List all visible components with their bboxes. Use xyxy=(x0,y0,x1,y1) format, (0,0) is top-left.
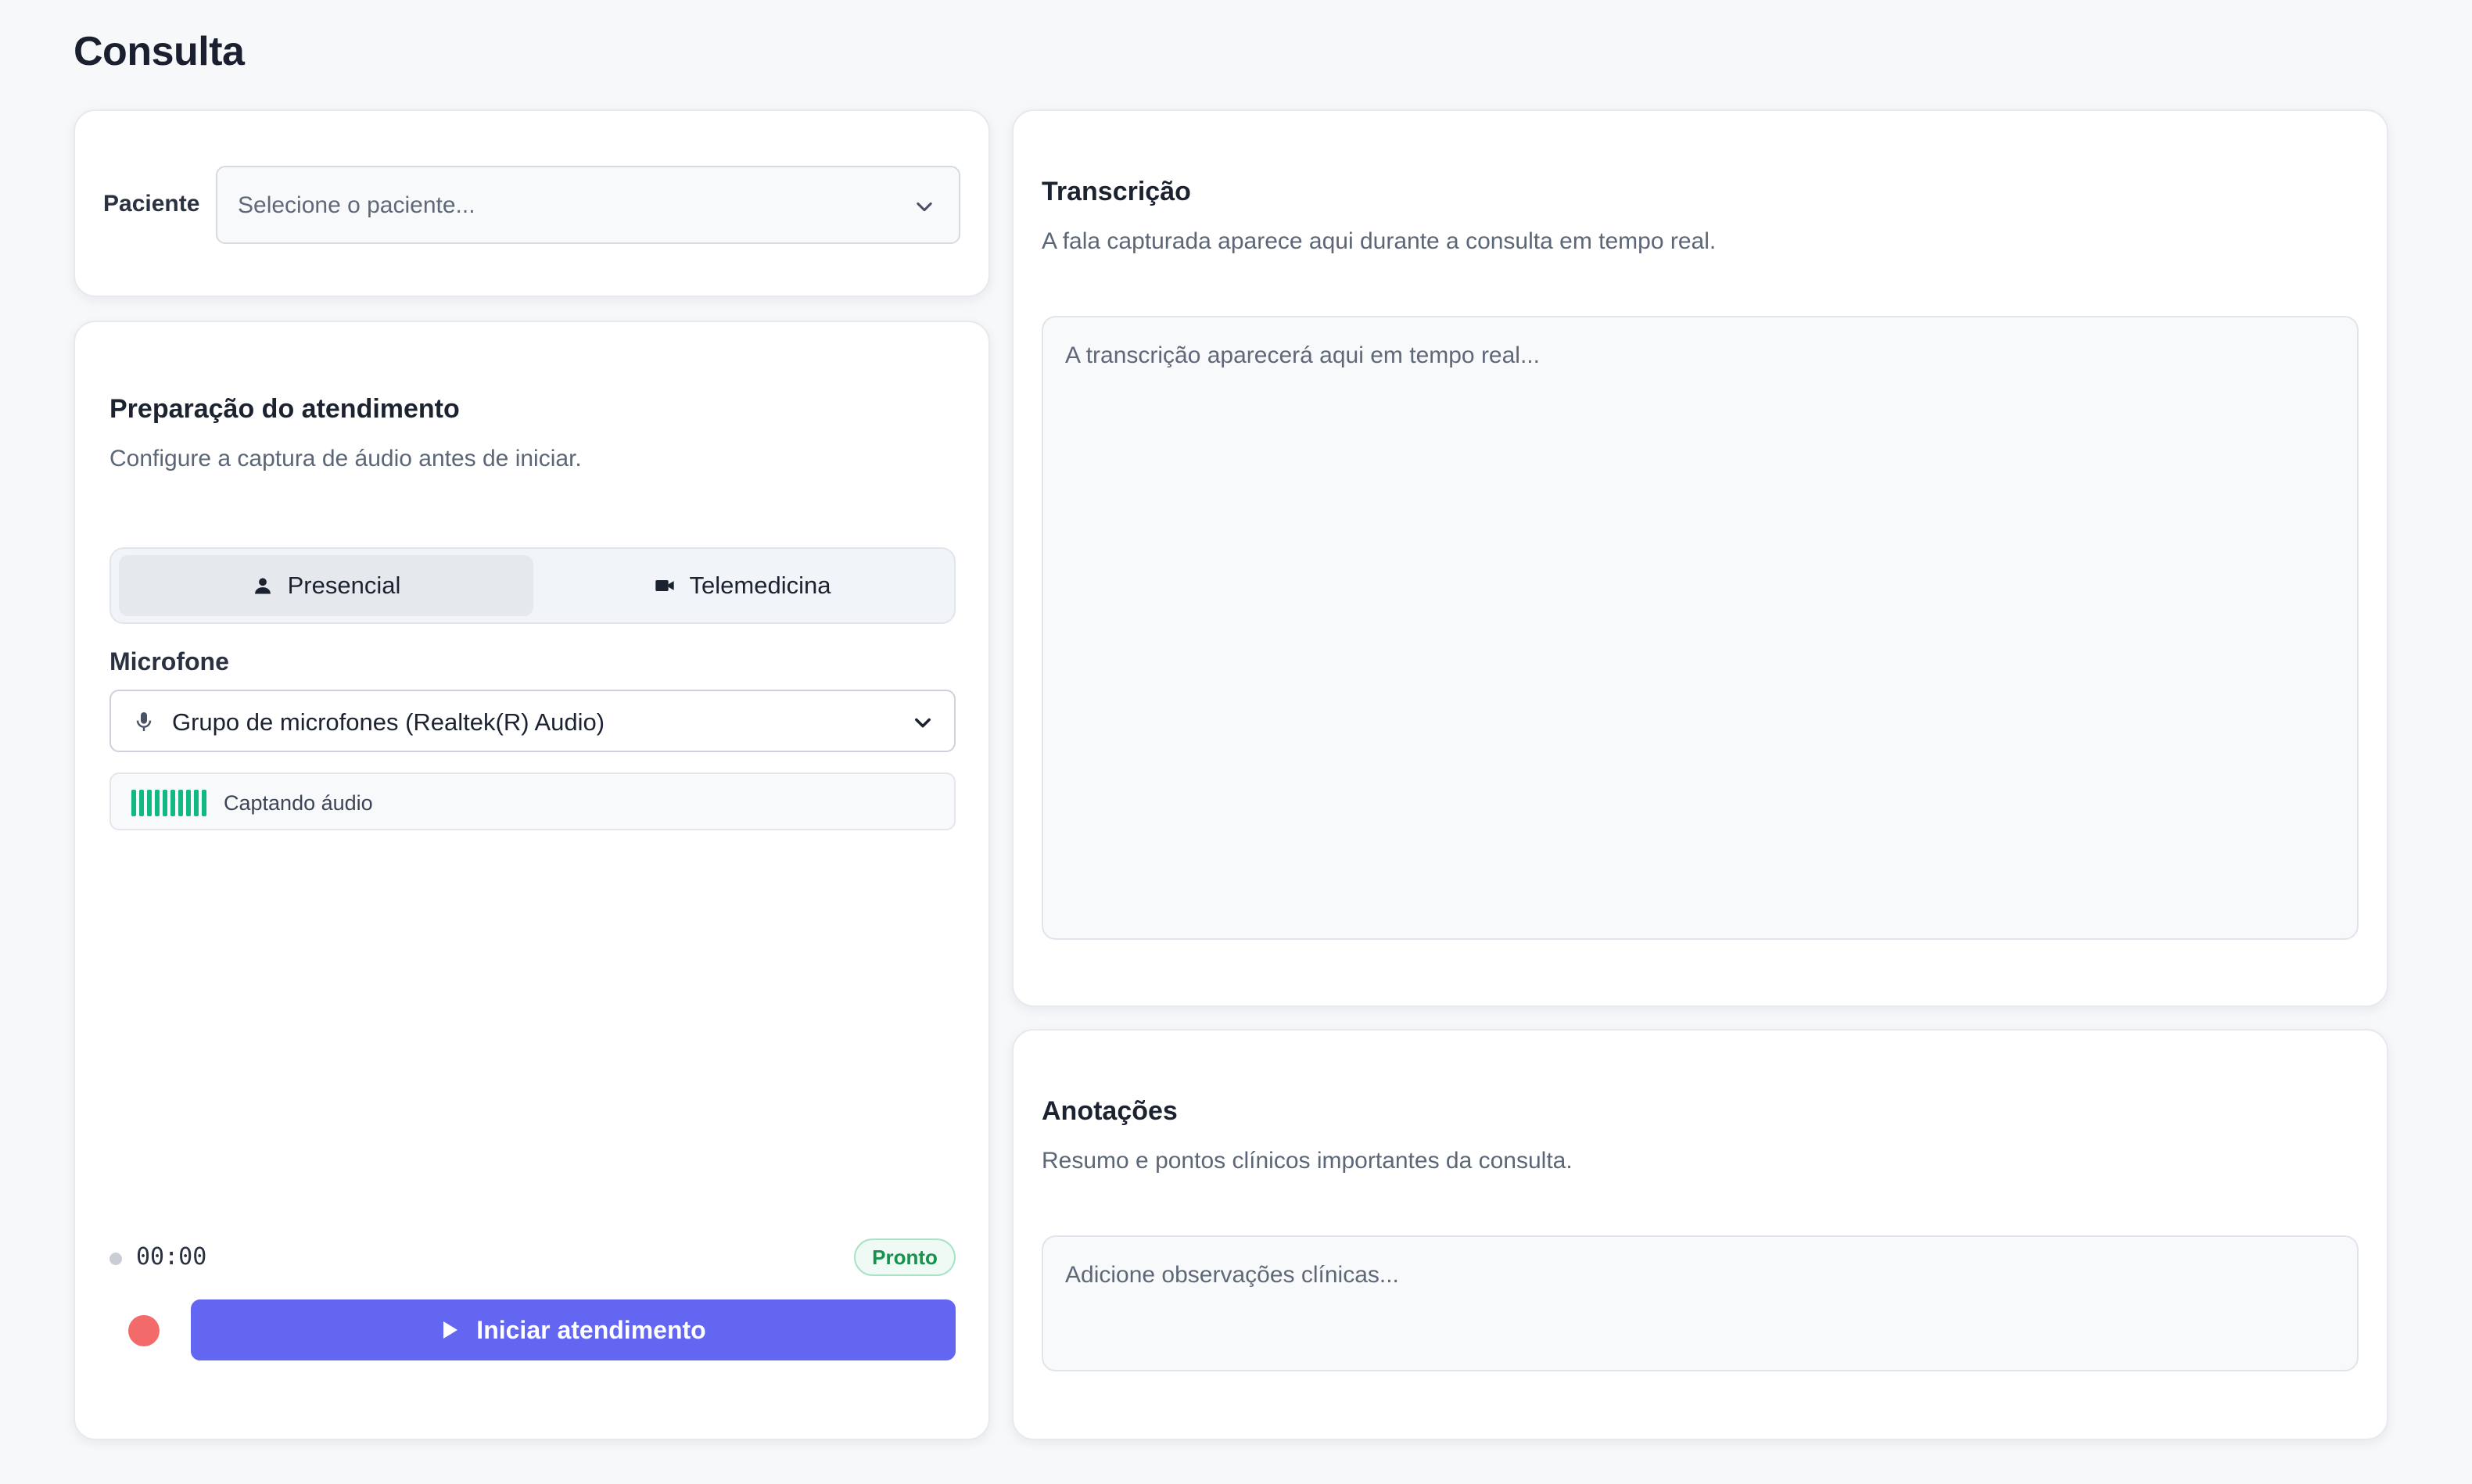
mode-presencial-button[interactable]: Presencial xyxy=(119,555,533,616)
audio-level-bar xyxy=(178,790,183,816)
patient-select-placeholder: Selecione o paciente... xyxy=(238,192,475,218)
play-icon xyxy=(443,1321,458,1339)
preparation-card: Preparação do atendimento Configure a ca… xyxy=(74,321,990,1440)
mode-presencial-label: Presencial xyxy=(287,572,401,599)
video-camera-icon xyxy=(655,580,674,591)
preparation-title: Preparação do atendimento xyxy=(109,394,460,424)
mode-telemedicina-button[interactable]: Telemedicina xyxy=(536,555,948,616)
chevron-down-icon xyxy=(915,718,931,728)
patient-select[interactable]: Selecione o paciente... xyxy=(216,166,960,244)
mode-telemedicina-label: Telemedicina xyxy=(689,572,831,599)
start-consultation-button[interactable]: Iniciar atendimento xyxy=(191,1299,956,1360)
microphone-label: Microfone xyxy=(109,647,229,676)
notes-placeholder: Adicione observações clínicas... xyxy=(1065,1262,1399,1288)
page-title: Consulta xyxy=(74,29,245,74)
audio-level-bar xyxy=(163,790,167,816)
start-consultation-label: Iniciar atendimento xyxy=(476,1315,706,1344)
person-icon xyxy=(254,578,271,594)
microphone-icon xyxy=(136,712,152,731)
preparation-subtitle: Configure a captura de áudio antes de in… xyxy=(109,446,582,471)
microphone-selected-value: Grupo de microfones (Realtek(R) Audio) xyxy=(172,708,605,736)
mode-toggle: Presencial Telemedicina xyxy=(109,547,956,624)
audio-level-bar xyxy=(131,790,136,816)
audio-level-bar xyxy=(202,790,206,816)
transcription-area[interactable]: A transcrição aparecerá aqui em tempo re… xyxy=(1042,316,2359,940)
audio-level-bar xyxy=(139,790,144,816)
status-badge: Pronto xyxy=(854,1238,956,1276)
notes-subtitle: Resumo e pontos clínicos importantes da … xyxy=(1042,1148,1573,1174)
notes-card: Anotações Resumo e pontos clínicos impor… xyxy=(1012,1029,2388,1440)
timer-status-dot xyxy=(109,1253,122,1265)
audio-level-bar xyxy=(186,790,191,816)
transcription-card: Transcrição A fala capturada aparece aqu… xyxy=(1012,109,2388,1007)
audio-level-bar xyxy=(155,790,160,816)
record-indicator xyxy=(128,1315,160,1346)
transcription-placeholder: A transcrição aparecerá aqui em tempo re… xyxy=(1065,342,1540,368)
timer: 00:00 xyxy=(136,1243,207,1271)
transcription-title: Transcrição xyxy=(1042,177,1191,206)
notes-title: Anotações xyxy=(1042,1096,1178,1126)
transcription-subtitle: A fala capturada aparece aqui durante a … xyxy=(1042,228,1717,254)
audio-level-indicator: Captando áudio xyxy=(109,772,956,830)
microphone-select[interactable]: Grupo de microfones (Realtek(R) Audio) xyxy=(109,690,956,752)
patient-card: Paciente Selecione o paciente... xyxy=(74,109,990,297)
audio-level-bar xyxy=(194,790,199,816)
chevron-down-icon xyxy=(917,202,932,212)
audio-status-text: Captando áudio xyxy=(224,791,373,815)
notes-textarea[interactable]: Adicione observações clínicas... xyxy=(1042,1235,2359,1371)
audio-level-bar xyxy=(147,790,152,816)
patient-label: Paciente xyxy=(103,191,200,217)
audio-level-bars xyxy=(131,790,206,816)
audio-level-bar xyxy=(170,790,175,816)
